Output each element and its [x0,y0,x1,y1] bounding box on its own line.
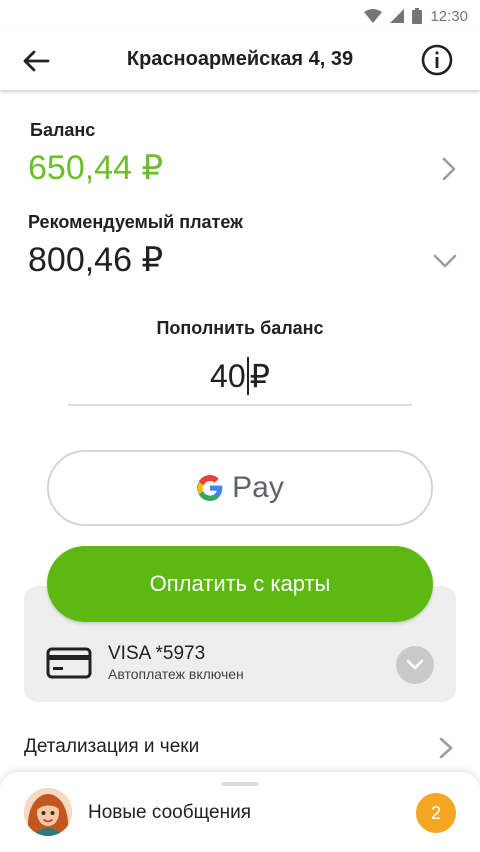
chevron-right-icon [439,737,453,759]
card-autopay-status: Автоплатеж включен [108,666,244,682]
status-icons: 12:30 [364,6,468,26]
text-cursor [246,357,249,395]
card-expand-button[interactable] [396,646,434,684]
recommended-payment-row[interactable]: Рекомендуемый платеж 800,46 ₽ [28,210,468,282]
topup-amount-input[interactable]: 40 ₽ [68,354,412,406]
google-g-icon [197,475,223,501]
chevron-down-icon [433,254,457,268]
google-pay-label: Pay [232,471,284,504]
balance-value: 650,44 ₽ [28,149,164,187]
topup-label: Пополнить баланс [156,318,324,338]
app-bar: Красноармейская 4, 39 [0,32,480,90]
signal-icon [390,9,405,23]
credit-card-icon [46,647,92,679]
details-label: Детализация и чеки [24,736,200,757]
pay-with-card-button[interactable]: Оплатить с карты [47,546,433,622]
recommended-payment-value: 800,46 ₽ [28,241,164,279]
chevron-right-icon [442,157,456,181]
sheet-drag-handle[interactable] [222,782,258,786]
status-time: 12:30 [430,7,468,25]
info-button[interactable] [420,43,454,77]
details-and-receipts-row[interactable]: Детализация и чеки [24,728,460,768]
card-name: VISA *5973 [108,643,206,664]
balance-label: Баланс [30,120,96,140]
avatar-image [24,788,72,836]
unread-count-badge: 2 [416,793,456,833]
avatar [24,788,72,836]
google-pay-button[interactable]: Pay [47,450,433,526]
new-messages-label: Новые сообщения [88,802,251,823]
topup-amount-value: 40 [210,357,246,394]
recommended-payment-label: Рекомендуемый платеж [28,212,243,232]
battery-icon [412,8,423,24]
info-icon [421,44,453,76]
topup-currency: ₽ [249,358,270,394]
wifi-icon [364,9,383,23]
page-title: Красноармейская 4, 39 [126,48,354,70]
messages-sheet[interactable]: Новые сообщения 2 [0,772,480,852]
status-bar: 12:30 [0,0,480,32]
balance-row[interactable]: Баланс 650,44 ₽ [28,118,468,188]
chevron-down-icon [406,659,424,670]
